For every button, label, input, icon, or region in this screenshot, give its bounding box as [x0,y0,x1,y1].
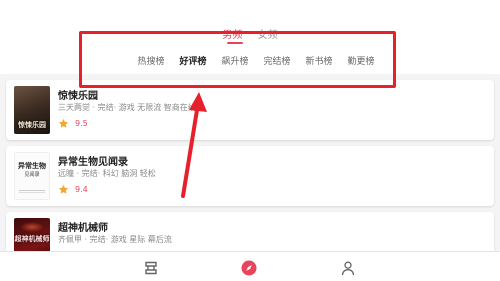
cover-decoration [19,190,45,193]
cover-decoration [20,222,44,232]
star-icon [58,118,69,128]
book-meta: 三天两觉 · 完结· 游戏 无限流 智商在线 [58,103,196,112]
book-card[interactable]: 惊悚乐园 惊悚乐园 三天两觉 · 完结· 游戏 无限流 智商在线 9.5 [6,80,494,140]
annotation-highlight-box [79,31,396,88]
book-rating: 9.5 [58,118,88,129]
book-title: 异常生物见闻录 [58,157,128,168]
compass-icon[interactable] [241,260,257,276]
book-title: 惊悚乐园 [58,91,98,102]
ranking-page: 男频 女频 热搜榜 好评榜 飙升榜 完结榜 新书榜 勤更榜 惊悚乐园 惊悚乐园 … [0,0,500,281]
book-title: 超神机械师 [58,223,108,234]
book-meta: 远瞳 · 完结· 科幻 脑洞 轻松 [58,169,156,178]
book-rating: 9.4 [58,184,88,195]
book-score: 9.5 [75,119,88,128]
bookshelf-icon[interactable] [143,260,159,276]
cover-subtitle: 见闻录 [24,172,40,178]
cover-title: 异常生物 [18,161,46,170]
star-icon [58,184,69,194]
cover-title: 惊悚乐园 [18,120,46,129]
book-cover: 异常生物 见闻录 [14,152,50,200]
bottom-nav [0,251,500,281]
book-cover: 惊悚乐园 [14,86,50,134]
book-score: 9.4 [75,185,88,194]
book-meta: 齐佩甲 · 完结· 游戏 星际 幕后流 [58,235,172,244]
book-list: 惊悚乐园 惊悚乐园 三天两觉 · 完结· 游戏 无限流 智商在线 9.5 异常生… [6,80,494,270]
cover-title: 超神机械师 [14,234,50,243]
person-icon[interactable] [340,260,356,276]
book-card[interactable]: 异常生物 见闻录 异常生物见闻录 远瞳 · 完结· 科幻 脑洞 轻松 9.4 [6,146,494,206]
